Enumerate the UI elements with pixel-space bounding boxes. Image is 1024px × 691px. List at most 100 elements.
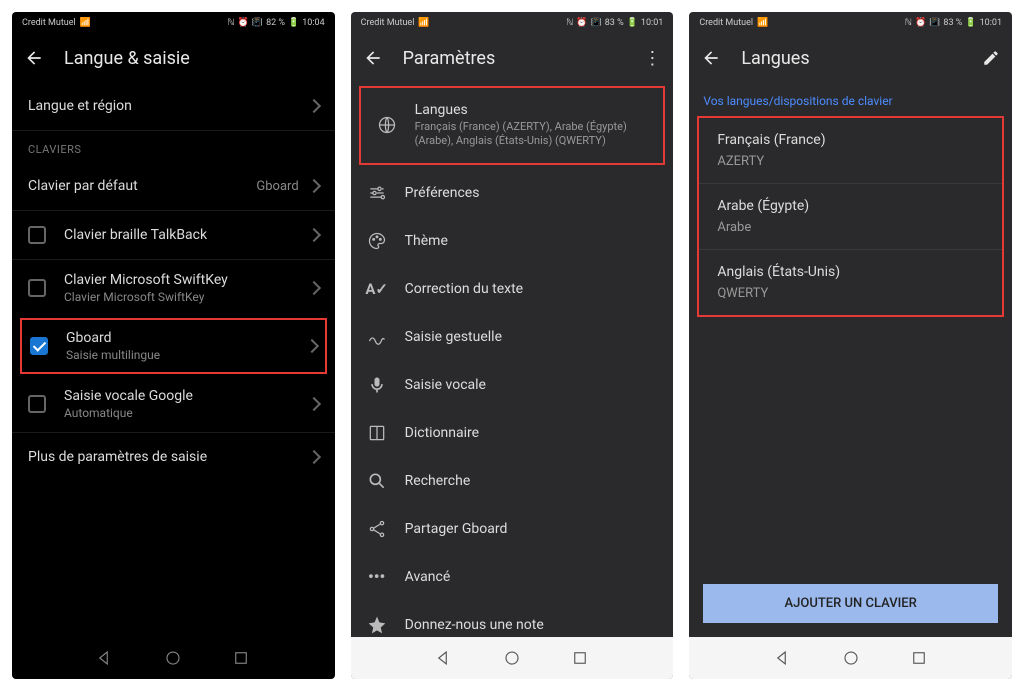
menu-item-langues[interactable]: Langues Français (France) (AZERTY), Arab… — [361, 88, 664, 163]
signal-icon: 📶 — [80, 18, 91, 28]
mic-icon — [367, 375, 387, 395]
chevron-right-icon — [307, 99, 321, 113]
nav-recent-icon[interactable] — [232, 649, 250, 667]
menu-item-share[interactable]: Partager Gboard — [351, 505, 674, 553]
language-item-french[interactable]: Français (France) AZERTY — [699, 118, 1002, 183]
more-menu-icon[interactable]: ⋮ — [643, 48, 661, 69]
nav-recent-icon[interactable] — [910, 649, 928, 667]
menu-item-rate[interactable]: Donnez-nous une note — [351, 601, 674, 637]
checkbox-unchecked[interactable] — [28, 395, 46, 413]
checkbox-unchecked[interactable] — [28, 226, 46, 244]
content-list: Langue et région CLAVIERS Clavier par dé… — [12, 82, 335, 637]
phone-screen-langue-saisie: Credit Mutuel 📶 ℕ ⏰ 📳 82 % 🔋 10:04 Langu… — [12, 12, 335, 679]
globe-icon — [377, 115, 397, 135]
checkbox-unchecked[interactable] — [28, 279, 46, 297]
sliders-icon — [367, 183, 387, 203]
language-name: Français (France) — [717, 132, 984, 148]
menu-item-theme[interactable]: Thème — [351, 217, 674, 265]
nav-back-icon[interactable] — [774, 649, 792, 667]
text-correction-icon: A✓ — [367, 279, 387, 299]
battery-percent: 83 % — [943, 18, 962, 28]
alarm-icon: ⏰ — [238, 18, 249, 28]
edit-icon[interactable] — [982, 49, 1000, 67]
add-keyboard-button[interactable]: AJOUTER UN CLAVIER — [703, 584, 998, 623]
phone-screen-langues: Credit Mutuel 📶 ℕ ⏰ 📳 83 % 🔋 10:01 Langu… — [689, 12, 1012, 679]
menu-item-text-correction[interactable]: A✓ Correction du texte — [351, 265, 674, 313]
nav-home-icon[interactable] — [842, 649, 860, 667]
menu-item-preferences[interactable]: Préférences — [351, 169, 674, 217]
menu-item-dictionary[interactable]: Dictionnaire — [351, 409, 674, 457]
chevron-right-icon — [307, 450, 321, 464]
chevron-right-icon — [305, 339, 319, 353]
nav-home-icon[interactable] — [164, 649, 182, 667]
nav-bar — [12, 637, 335, 679]
back-arrow-icon[interactable] — [701, 48, 721, 68]
clock-label: 10:01 — [980, 18, 1002, 28]
menu-label: Recherche — [405, 473, 658, 489]
menu-sub: Français (France) (AZERTY), Arabe (Égypt… — [415, 120, 648, 149]
nav-bar — [689, 637, 1012, 679]
language-layout: AZERTY — [717, 154, 984, 169]
setting-default-keyboard[interactable]: Clavier par défaut Gboard — [12, 162, 335, 210]
menu-item-search[interactable]: Recherche — [351, 457, 674, 505]
highlight-gboard: Gboard Saisie multilingue — [20, 318, 327, 374]
highlight-langues: Langues Français (France) (AZERTY), Arab… — [359, 86, 666, 165]
menu-label: Langues — [415, 102, 648, 118]
content-list: Langues Français (France) (AZERTY), Arab… — [351, 82, 674, 637]
vibrate-icon: 📳 — [591, 18, 602, 28]
phone-screen-parametres: Credit Mutuel 📶 ℕ ⏰ 📳 83 % 🔋 10:01 Param… — [351, 12, 674, 679]
row-label: Langue et région — [28, 98, 305, 114]
menu-label: Préférences — [405, 185, 658, 201]
menu-label: Correction du texte — [405, 281, 658, 297]
nav-home-icon[interactable] — [503, 649, 521, 667]
nav-back-icon[interactable] — [435, 649, 453, 667]
keyboard-sub: Clavier Microsoft SwiftKey — [64, 290, 305, 304]
signal-icon: 📶 — [757, 18, 768, 28]
checkbox-checked[interactable] — [30, 337, 48, 355]
nfc-icon: ℕ — [905, 18, 912, 28]
signal-icon: 📶 — [418, 18, 429, 28]
keyboard-item-gboard[interactable]: Gboard Saisie multilingue — [22, 320, 325, 372]
keyboard-label: Gboard — [66, 330, 303, 346]
clock-label: 10:04 — [302, 18, 324, 28]
language-name: Arabe (Égypte) — [717, 198, 984, 214]
clock-label: 10:01 — [641, 18, 663, 28]
menu-label: Donnez-nous une note — [405, 617, 658, 633]
carrier-label: Credit Mutuel — [22, 18, 76, 28]
menu-item-advanced[interactable]: ••• Avancé — [351, 553, 674, 601]
keyboard-item-braille[interactable]: Clavier braille TalkBack — [12, 211, 335, 259]
menu-label: Thème — [405, 233, 658, 249]
app-bar: Langues — [689, 34, 1012, 82]
battery-icon: 🔋 — [288, 18, 299, 28]
keyboard-item-google-voice[interactable]: Saisie vocale Google Automatique — [12, 376, 335, 432]
setting-langue-region[interactable]: Langue et région — [12, 82, 335, 130]
chevron-right-icon — [307, 281, 321, 295]
nfc-icon: ℕ — [227, 18, 234, 28]
chevron-right-icon — [307, 397, 321, 411]
keyboard-label: Saisie vocale Google — [64, 388, 305, 404]
language-item-english[interactable]: Anglais (États-Unis) QWERTY — [699, 250, 1002, 315]
status-bar: Credit Mutuel 📶 ℕ ⏰ 📳 82 % 🔋 10:04 — [12, 12, 335, 34]
vibrate-icon: 📳 — [929, 18, 940, 28]
menu-item-voice[interactable]: Saisie vocale — [351, 361, 674, 409]
palette-icon — [367, 231, 387, 251]
nav-back-icon[interactable] — [96, 649, 114, 667]
nav-bar — [351, 637, 674, 679]
section-header-claviers: CLAVIERS — [12, 131, 335, 162]
back-arrow-icon[interactable] — [363, 48, 383, 68]
setting-more-input[interactable]: Plus de paramètres de saisie — [12, 433, 335, 481]
language-layout: Arabe — [717, 220, 984, 235]
menu-label: Avancé — [405, 569, 658, 585]
menu-item-gesture[interactable]: Saisie gestuelle — [351, 313, 674, 361]
chevron-right-icon — [307, 179, 321, 193]
page-title: Langue & saisie — [64, 48, 323, 69]
status-bar: Credit Mutuel 📶 ℕ ⏰ 📳 83 % 🔋 10:01 — [689, 12, 1012, 34]
nfc-icon: ℕ — [566, 18, 573, 28]
menu-label: Saisie gestuelle — [405, 329, 658, 345]
nav-recent-icon[interactable] — [571, 649, 589, 667]
language-item-arabic[interactable]: Arabe (Égypte) Arabe — [699, 184, 1002, 249]
back-arrow-icon[interactable] — [24, 48, 44, 68]
keyboard-item-swiftkey[interactable]: Clavier Microsoft SwiftKey Clavier Micro… — [12, 260, 335, 316]
menu-label: Partager Gboard — [405, 521, 658, 537]
app-bar: Langue & saisie — [12, 34, 335, 82]
